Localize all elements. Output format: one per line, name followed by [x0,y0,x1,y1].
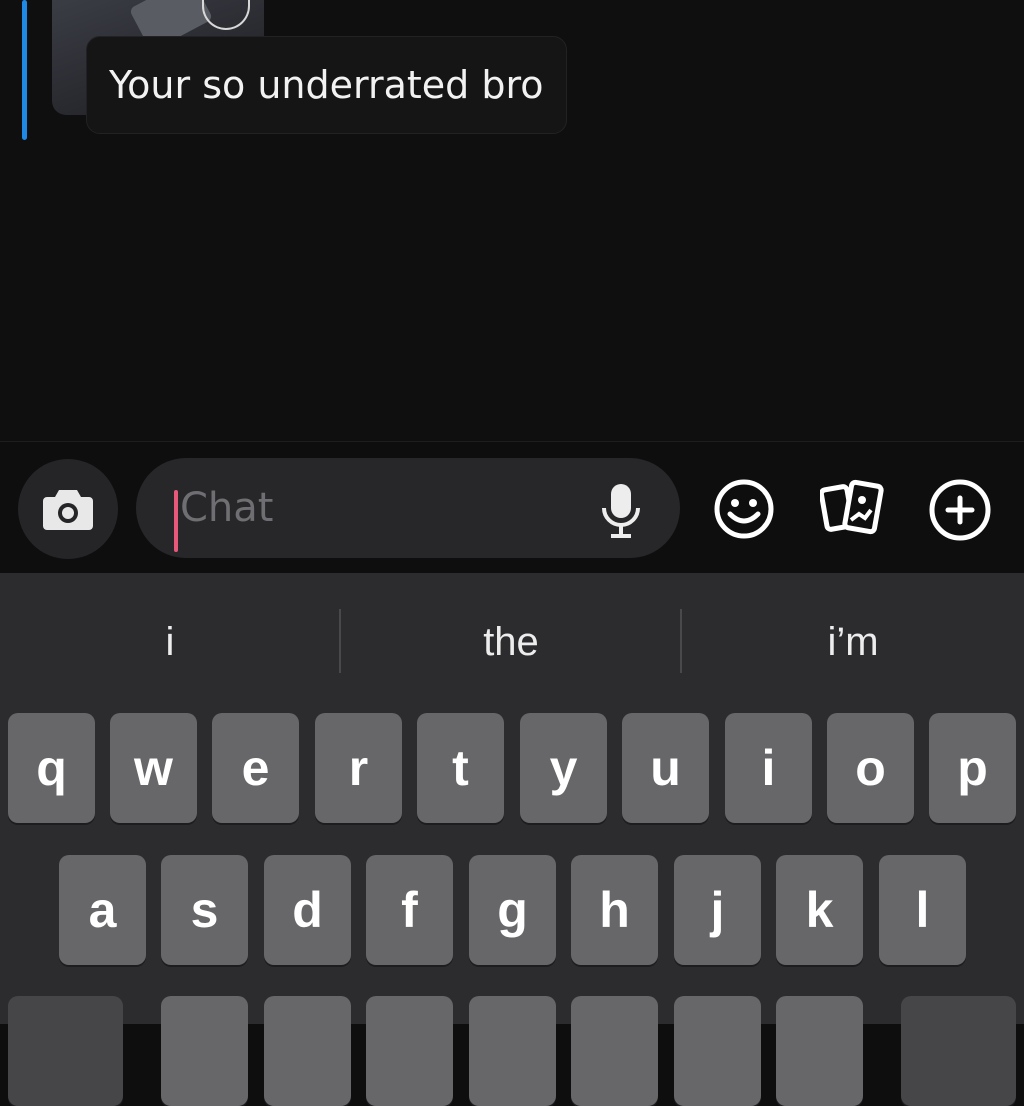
key-c[interactable] [366,996,453,1106]
chat-placeholder: Chat [180,485,274,531]
key-y[interactable]: y [520,713,607,823]
delete-key[interactable] [901,996,1016,1106]
key-x[interactable] [264,996,351,1106]
message-text: Your so underrated bro [109,63,544,107]
key-o[interactable]: o [827,713,914,823]
key-a[interactable]: a [59,855,146,965]
key-z[interactable] [161,996,248,1106]
key-v[interactable] [469,996,556,1106]
message-bubble[interactable]: Your so underrated bro [86,36,567,134]
key-k[interactable]: k [776,855,863,965]
emoji-icon[interactable] [713,478,775,540]
shift-key[interactable] [8,996,123,1106]
suggestion-2[interactable]: the [341,573,681,711]
key-g[interactable]: g [469,855,556,965]
key-p[interactable]: p [929,713,1016,823]
key-u[interactable]: u [622,713,709,823]
key-h[interactable]: h [571,855,658,965]
text-caret [174,490,178,552]
key-j[interactable]: j [674,855,761,965]
key-e[interactable]: e [212,713,299,823]
key-f[interactable]: f [366,855,453,965]
key-q[interactable]: q [8,713,95,823]
suggestion-1[interactable]: i [0,573,340,711]
chat-input-field[interactable]: Chat [136,458,680,558]
key-i[interactable]: i [725,713,812,823]
key-m[interactable] [776,996,863,1106]
key-d[interactable]: d [264,855,351,965]
memories-icon[interactable] [820,478,886,540]
camera-button[interactable] [18,459,118,559]
key-r[interactable]: r [315,713,402,823]
suggestion-3[interactable]: i’m [682,573,1024,711]
key-w[interactable]: w [110,713,197,823]
chat-messages-area: Your so underrated bro [0,0,1024,441]
keyboard: i the i’m q w e r t y u i o p a s d f g … [0,573,1024,1106]
key-s[interactable]: s [161,855,248,965]
key-t[interactable]: t [417,713,504,823]
microphone-icon[interactable] [601,482,641,540]
camera-icon [43,490,93,530]
chat-input-bar: Chat [0,442,1024,573]
key-l[interactable]: l [879,855,966,965]
reply-indicator-bar [22,0,27,140]
key-b[interactable] [571,996,658,1106]
key-n[interactable] [674,996,761,1106]
plus-icon[interactable] [928,478,992,542]
